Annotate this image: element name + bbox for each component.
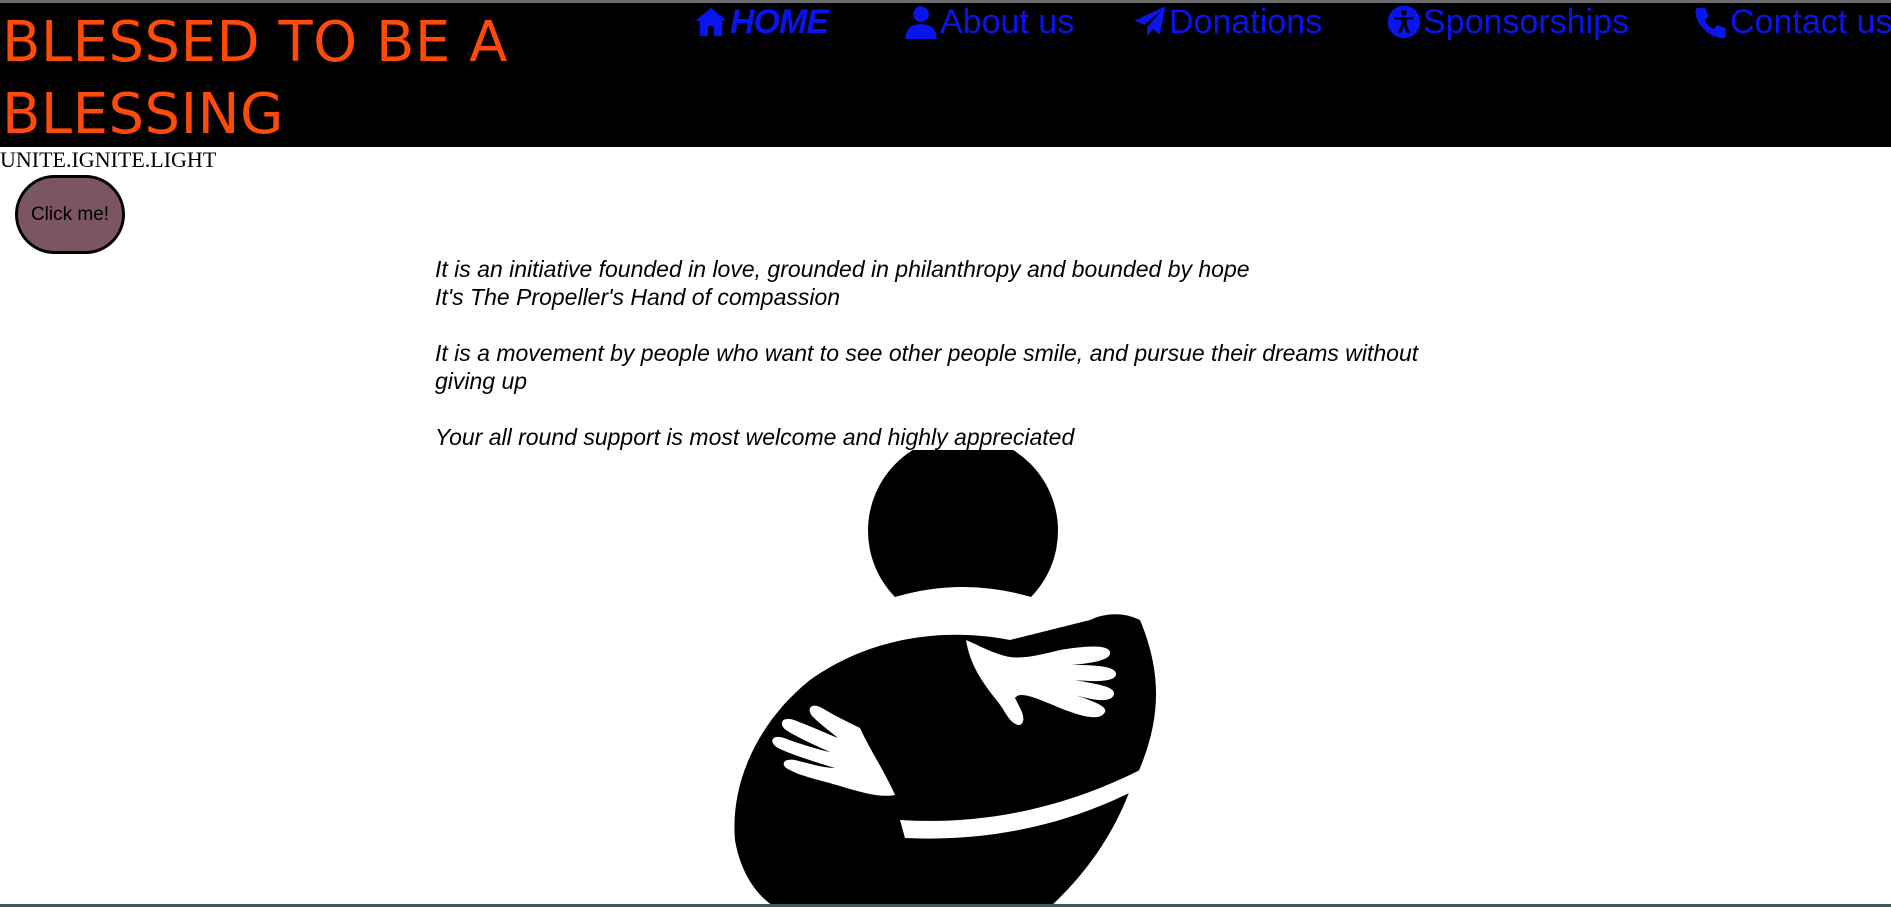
main-nav: HOME About us Donations Sponsorships Con… — [0, 0, 1891, 50]
nav-contact-link[interactable]: Contact us — [1694, 0, 1891, 44]
nav-home-link[interactable]: HOME — [694, 0, 829, 44]
home-icon — [694, 5, 728, 39]
nav-donations-link[interactable]: Donations — [1133, 0, 1322, 44]
click-me-button[interactable]: Click me! — [15, 175, 125, 254]
nav-home-label: HOME — [730, 2, 829, 41]
user-icon — [904, 5, 938, 39]
tagline: UNITE.IGNITE.LIGHT — [0, 147, 217, 172]
nav-about-label: About us — [940, 2, 1075, 41]
hug-logo-icon — [720, 435, 1180, 907]
intro-line-2: It's The Propeller's Hand of compassion — [435, 284, 841, 310]
intro-line-3: It is a movement by people who want to s… — [435, 340, 1419, 394]
nav-donations-label: Donations — [1169, 2, 1323, 41]
accessibility-icon — [1387, 5, 1421, 39]
nav-sponsorships-label: Sponsorships — [1423, 2, 1630, 41]
nav-contact-label: Contact us — [1730, 2, 1891, 41]
phone-icon — [1694, 5, 1728, 39]
nav-about-link[interactable]: About us — [904, 0, 1074, 44]
intro-line-1: It is an initiative founded in love, gro… — [435, 256, 1250, 282]
intro-line-4: Your all round support is most welcome a… — [435, 424, 1075, 450]
paper-plane-icon — [1133, 5, 1167, 39]
nav-sponsorships-link[interactable]: Sponsorships — [1387, 0, 1629, 44]
intro-text: It is an initiative founded in love, gro… — [435, 255, 1435, 451]
